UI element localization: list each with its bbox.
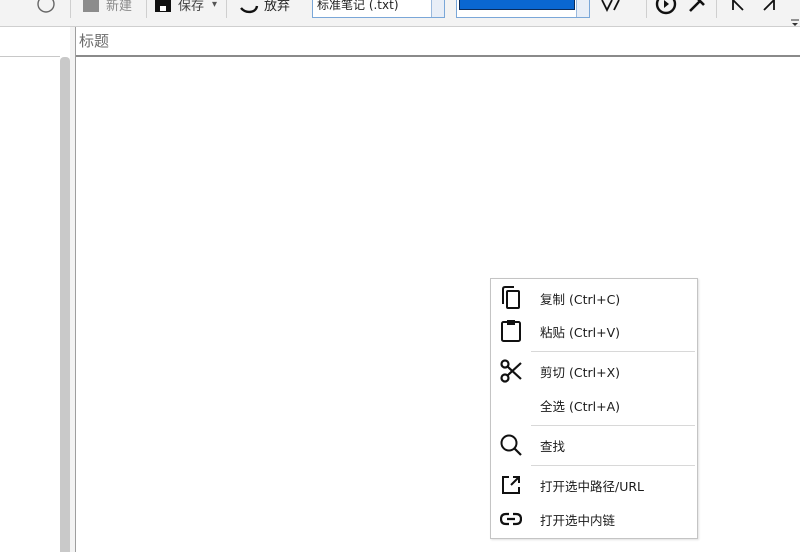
copy-icon (491, 281, 531, 315)
menu-item-paste[interactable]: 粘贴 (Ctrl+V) (491, 314, 697, 348)
chevron-down-icon[interactable] (431, 0, 444, 17)
menu-item-label: 打开选中路径/URL (540, 478, 645, 494)
save-dropdown-icon[interactable]: ▾ (212, 0, 217, 10)
menu-item-label: 全选 (Ctrl+A) (540, 398, 620, 414)
toolbar-separator (146, 0, 147, 18)
save-button[interactable]: 保存 ▾ (154, 0, 217, 18)
menu-separator (531, 465, 695, 466)
toolbar-separator (70, 0, 71, 18)
menu-item-open-path[interactable]: 打开选中路径/URL (491, 468, 697, 502)
save-icon (154, 0, 172, 13)
discard-label: 放弃 (264, 0, 291, 14)
new-icon (82, 0, 100, 13)
left-pane-divider (0, 56, 60, 57)
overflow-chevron-icon (790, 14, 800, 26)
paste-icon (491, 314, 531, 348)
toolbar-separator (646, 0, 647, 18)
toolbar-separator (226, 0, 227, 18)
open-external-icon (491, 468, 531, 502)
pin-icon (686, 0, 708, 15)
left-pane (0, 27, 60, 552)
refresh-icon (36, 0, 56, 14)
new-label: 新建 (106, 0, 133, 14)
menu-item-label: 剪切 (Ctrl+X) (540, 364, 621, 380)
chevron-down-icon[interactable] (576, 0, 589, 17)
undo-icon (238, 0, 260, 14)
menu-separator (531, 425, 695, 426)
expand-icon (760, 0, 778, 14)
toolbar-overflow-button[interactable] (790, 14, 800, 26)
font-size-button[interactable] (598, 0, 622, 18)
new-button[interactable]: 新建 (82, 0, 132, 18)
title-placeholder: 标题 (79, 32, 110, 50)
toolbar: 新建 保存 ▾ 放弃 标准笔记 (.txt) (0, 0, 800, 27)
menu-item-open-internal-link[interactable]: 打开选中内链 (491, 502, 697, 536)
menu-item-label: 打开选中内链 (540, 512, 616, 528)
font-size-icon (598, 0, 622, 14)
menu-separator (531, 351, 695, 352)
expand-button[interactable] (760, 0, 778, 18)
toolbar-separator (716, 0, 717, 18)
search-icon (491, 428, 531, 462)
discard-button[interactable]: 放弃 (238, 0, 290, 18)
color-swatch (459, 0, 575, 10)
title-input[interactable]: 标题 (76, 27, 800, 57)
save-label: 保存 (178, 0, 205, 14)
play-circle-icon (654, 0, 678, 15)
menu-item-label: 粘贴 (Ctrl+V) (540, 324, 620, 340)
menu-item-label: 复制 (Ctrl+C) (540, 291, 621, 307)
menu-item-cut[interactable]: 剪切 (Ctrl+X) (491, 354, 697, 388)
menu-item-select-all[interactable]: 全选 (Ctrl+A) (491, 388, 697, 422)
format-select-value: 标准笔记 (.txt) (317, 0, 399, 12)
shrink-button[interactable] (730, 0, 748, 18)
context-menu: 复制 (Ctrl+C) 粘贴 (Ctrl+V) 剪切 (Ctrl+X) 全选 (… (490, 278, 698, 539)
pin-button[interactable] (686, 0, 708, 18)
refresh-button[interactable] (36, 0, 56, 18)
color-select[interactable] (456, 0, 590, 18)
menu-item-label: 查找 (540, 438, 566, 454)
menu-item-copy[interactable]: 复制 (Ctrl+C) (491, 281, 697, 315)
cut-icon (491, 354, 531, 388)
vertical-scrollbar[interactable] (60, 57, 70, 552)
run-button[interactable] (654, 0, 678, 18)
collapse-icon (730, 0, 748, 14)
link-icon (491, 502, 531, 536)
menu-item-find[interactable]: 查找 (491, 428, 697, 462)
format-select[interactable]: 标准笔记 (.txt) (312, 0, 445, 18)
